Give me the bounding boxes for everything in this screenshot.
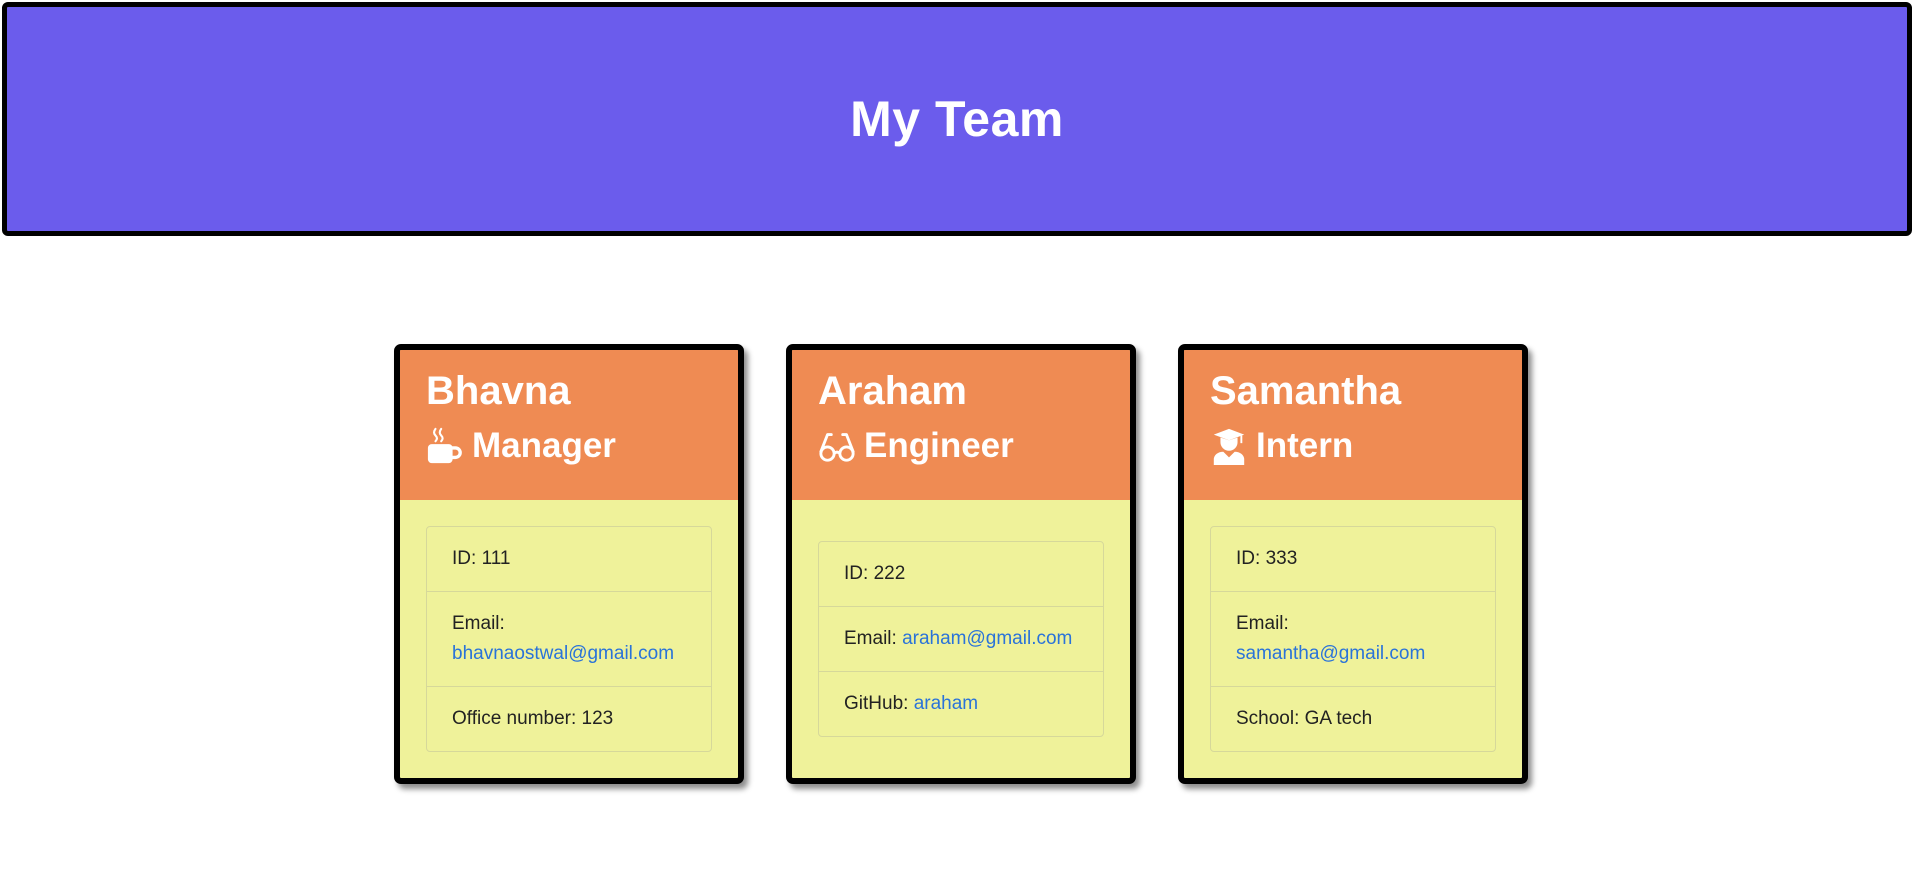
card-header: Samantha Intern xyxy=(1184,350,1522,500)
card-body: ID: 222 Email: araham@gmail.com GitHub: … xyxy=(792,500,1130,778)
team-cards: Bhavna Manager ID: 111 Email: bhavnaostw… xyxy=(394,344,1528,784)
role-label: Engineer xyxy=(864,426,1014,465)
github-link[interactable]: araham xyxy=(914,693,978,714)
email-link[interactable]: samantha@gmail.com xyxy=(1236,643,1425,664)
coffee-icon xyxy=(427,427,462,464)
card-header: Bhavna Manager xyxy=(400,350,738,500)
page-header: My Team xyxy=(2,2,1912,236)
email-label: Email: xyxy=(1236,613,1289,634)
card-header: Araham Engineer xyxy=(792,350,1130,500)
github-item: GitHub: araham xyxy=(819,672,1103,736)
school-label: School: xyxy=(1236,708,1300,729)
employee-name: Araham xyxy=(818,369,967,413)
id-item: ID: 222 xyxy=(819,542,1103,607)
office-number-label: Office number: xyxy=(452,708,577,729)
employee-name: Samantha xyxy=(1210,369,1402,413)
id-label: ID: xyxy=(844,563,869,584)
email-label: Email: xyxy=(452,613,505,634)
role-label: Intern xyxy=(1256,426,1354,465)
role-label: Manager xyxy=(472,426,616,465)
email-link[interactable]: bhavnaostwal@gmail.com xyxy=(452,643,674,664)
email-label: Email: xyxy=(844,628,897,649)
info-list: ID: 333 Email: samantha@gmail.com School… xyxy=(1210,526,1496,752)
info-list: ID: 111 Email: bhavnaostwal@gmail.com Of… xyxy=(426,526,712,752)
employee-card-engineer: Araham Engineer ID: 222 Email: araham@gm… xyxy=(786,344,1136,784)
id-label: ID: xyxy=(452,548,477,569)
github-label: GitHub: xyxy=(844,693,909,714)
page-title: My Team xyxy=(850,91,1064,147)
id-value: 333 xyxy=(1265,548,1298,569)
card-body: ID: 111 Email: bhavnaostwal@gmail.com Of… xyxy=(400,500,738,778)
glasses-icon xyxy=(819,433,855,462)
employee-role: Manager xyxy=(426,426,738,466)
email-item: Email: bhavnaostwal@gmail.com xyxy=(427,592,711,687)
school-item: School: GA tech xyxy=(1211,687,1495,751)
employee-card-intern: Samantha Intern ID: 333 Email: samantha@… xyxy=(1178,344,1528,784)
email-item: Email: samantha@gmail.com xyxy=(1211,592,1495,687)
employee-role: Engineer xyxy=(818,426,1130,466)
employee-card-manager: Bhavna Manager ID: 111 Email: bhavnaostw… xyxy=(394,344,744,784)
id-value: 222 xyxy=(873,563,906,584)
id-item: ID: 111 xyxy=(427,527,711,592)
school-value: GA tech xyxy=(1304,708,1373,729)
email-link[interactable]: araham@gmail.com xyxy=(902,628,1072,649)
office-number-item: Office number: 123 xyxy=(427,687,711,751)
employee-role: Intern xyxy=(1210,426,1522,466)
id-item: ID: 333 xyxy=(1211,527,1495,592)
info-list: ID: 222 Email: araham@gmail.com GitHub: … xyxy=(818,541,1104,737)
office-number-value: 123 xyxy=(581,708,614,729)
id-value: 111 xyxy=(481,548,511,569)
card-body: ID: 333 Email: samantha@gmail.com School… xyxy=(1184,500,1522,778)
email-item: Email: araham@gmail.com xyxy=(819,607,1103,672)
id-label: ID: xyxy=(1236,548,1261,569)
employee-name: Bhavna xyxy=(426,369,571,413)
graduate-icon xyxy=(1213,428,1245,465)
